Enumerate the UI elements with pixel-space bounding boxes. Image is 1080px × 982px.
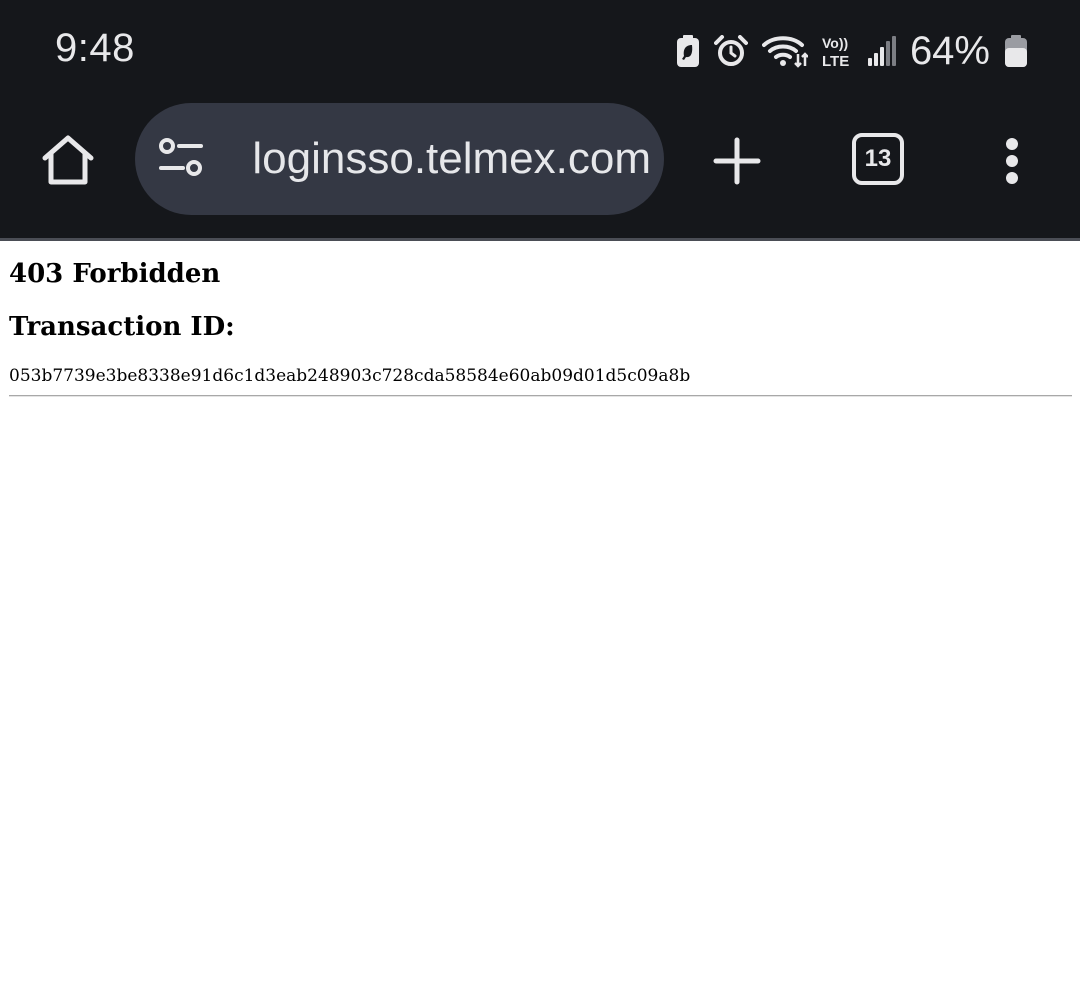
url-text: loginsso.telmex.com xyxy=(252,134,651,183)
battery-saver-icon xyxy=(676,35,700,67)
more-vert-icon xyxy=(1006,138,1018,184)
status-icons: Vo)) LTE 64% xyxy=(662,28,1028,74)
status-time: 9:48 xyxy=(55,26,135,70)
home-button[interactable] xyxy=(36,130,100,190)
battery-percent: 64% xyxy=(909,28,990,73)
transaction-id: 053b7739e3be8338e91d6c1d3eab248903c728cd… xyxy=(9,366,691,386)
wifi-icon xyxy=(761,34,808,68)
more-options-button[interactable] xyxy=(992,130,1032,192)
toolbar-divider xyxy=(0,238,1080,241)
page-title: 403 Forbidden xyxy=(9,259,221,289)
battery-icon xyxy=(1004,35,1028,67)
url-container[interactable]: loginsso.telmex.com xyxy=(221,103,651,215)
svg-text:LTE: LTE xyxy=(822,53,849,68)
address-bar[interactable]: loginsso.telmex.com xyxy=(135,103,664,215)
new-tab-button[interactable] xyxy=(706,130,768,192)
page-info-tune-icon[interactable] xyxy=(157,137,205,181)
volte-lte-icon: Vo)) LTE xyxy=(822,34,854,68)
signal-icon xyxy=(867,36,896,66)
plus-icon xyxy=(713,137,761,185)
browser-toolbar: loginsso.telmex.com 13 xyxy=(0,100,1080,238)
tab-count: 13 xyxy=(864,145,892,172)
svg-text:Vo)): Vo)) xyxy=(822,35,848,51)
alarm-icon xyxy=(713,35,748,67)
transaction-label: Transaction ID: xyxy=(9,312,235,342)
horizontal-rule xyxy=(9,395,1072,397)
tab-switcher-button[interactable]: 13 xyxy=(852,133,904,185)
browser-top-area: 9:48 Vo)) LTE 64% loginsso.telmex.com 13 xyxy=(0,0,1080,238)
home-icon xyxy=(42,135,94,185)
status-bar: 9:48 Vo)) LTE 64% xyxy=(0,0,1080,100)
